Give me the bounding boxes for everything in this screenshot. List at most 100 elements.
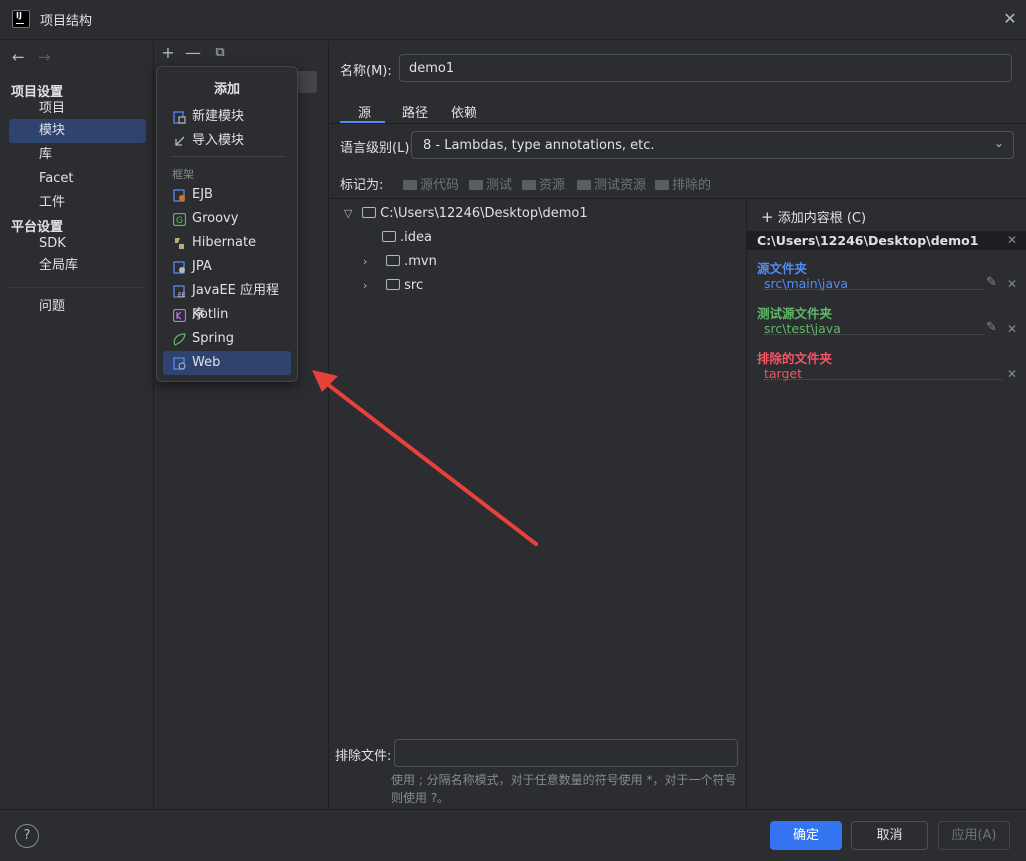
add-icon: +: [761, 208, 774, 226]
mark-test-resources-label: 测试资源: [594, 178, 647, 193]
nav-divider: [10, 287, 146, 288]
spring-icon: [173, 333, 186, 346]
apply-button[interactable]: 应用(A): [938, 821, 1010, 850]
nav-item-modules[interactable]: 模块: [9, 119, 146, 143]
svg-text:EE: EE: [178, 292, 186, 298]
help-icon[interactable]: ?: [15, 824, 39, 848]
dotted-leader: [764, 379, 1002, 380]
exclude-files-input[interactable]: [394, 739, 738, 767]
test-folders-title: 测试源文件夹: [757, 306, 833, 321]
tree-node-src[interactable]: › src: [363, 274, 423, 298]
folder-icon: [403, 180, 417, 190]
mark-excluded-label: 排除的: [672, 178, 712, 193]
add-content-root-button[interactable]: + 添加内容根 (C): [761, 207, 866, 226]
language-level-select[interactable]: 8 - Lambdas, type annotations, etc. ⌄: [411, 131, 1014, 159]
folder-icon: [386, 255, 401, 266]
add-icon[interactable]: +: [158, 43, 178, 62]
language-level-value: 8 - Lambdas, type annotations, etc.: [423, 138, 655, 153]
mark-as-label: 标记为:: [340, 178, 384, 193]
folder-icon: [386, 279, 401, 290]
module-list-row[interactable]: [295, 71, 317, 93]
menu-item-label: 导入模块: [192, 133, 245, 148]
menu-item-web[interactable]: Web: [163, 351, 291, 375]
close-icon[interactable]: ✕: [1000, 9, 1020, 29]
nav-item-facets[interactable]: Facet: [9, 167, 146, 191]
tab-paths[interactable]: 路径: [402, 102, 428, 121]
cancel-button[interactable]: 取消: [851, 821, 928, 850]
menu-item-label: Web: [192, 355, 221, 370]
pencil-icon[interactable]: ✎: [986, 275, 997, 290]
menu-item-new-module[interactable]: 新建模块: [163, 105, 291, 129]
language-level-label: 语言级别(L):: [340, 141, 414, 156]
exclude-files-label: 排除文件:: [335, 749, 392, 764]
menu-item-ejb[interactable]: EJB: [163, 183, 291, 207]
back-arrow-icon[interactable]: ←: [12, 48, 25, 66]
mark-tests-label: 测试: [486, 178, 513, 193]
menu-item-groovy[interactable]: G Groovy: [163, 207, 291, 231]
tree-node-label: .mvn: [404, 254, 437, 269]
folder-icon: [469, 180, 483, 190]
tab-sources[interactable]: 源: [358, 102, 371, 121]
tree-node-idea[interactable]: .idea: [382, 226, 432, 250]
jpa-icon: [173, 261, 185, 274]
source-folders-title: 源文件夹: [757, 261, 808, 276]
menu-item-spring[interactable]: Spring: [163, 327, 291, 351]
ok-button[interactable]: 确定: [770, 821, 842, 850]
menu-item-javaee[interactable]: EE JavaEE 应用程序: [163, 279, 291, 322]
mark-sources-button[interactable]: 源代码: [403, 174, 459, 193]
menu-item-import-module[interactable]: 导入模块: [163, 129, 291, 153]
mark-test-resources-button[interactable]: 测试资源: [577, 174, 646, 193]
chevron-down-icon: ▽: [344, 207, 353, 220]
tree-node-mvn[interactable]: › .mvn: [363, 250, 437, 274]
hibernate-icon: [175, 238, 184, 249]
menu-item-label: EJB: [192, 187, 213, 202]
forward-arrow-icon[interactable]: →: [38, 48, 51, 66]
mark-sources-label: 源代码: [420, 178, 460, 193]
folder-icon: [362, 207, 377, 218]
mark-tests-button[interactable]: 测试: [469, 174, 512, 193]
nav-item-project[interactable]: 项目: [9, 97, 146, 121]
close-icon[interactable]: ✕: [1007, 277, 1017, 291]
svg-text:G: G: [176, 216, 183, 226]
chevron-right-icon: ›: [363, 255, 368, 268]
add-popup-menu: 添加 新建模块 导入模块 框架 EJB G Groovy Hibernate J…: [156, 66, 298, 382]
tab-dependencies[interactable]: 依赖: [451, 102, 477, 121]
popup-title: 添加: [213, 82, 240, 97]
nav-item-artifacts[interactable]: 工件: [9, 191, 146, 215]
nav-item-global-libraries[interactable]: 全局库: [9, 254, 146, 278]
close-icon[interactable]: ✕: [1007, 322, 1017, 336]
nav-item-libraries[interactable]: 库: [9, 143, 146, 167]
menu-item-label: JPA: [192, 259, 212, 274]
menu-item-label: Hibernate: [192, 235, 257, 250]
nav-item-problems[interactable]: 问题: [9, 295, 146, 319]
mark-excluded-button[interactable]: 排除的: [655, 174, 711, 193]
menu-item-jpa[interactable]: JPA: [163, 255, 291, 279]
nav-item-sdk[interactable]: SDK: [9, 232, 146, 256]
chevron-down-icon: ⌄: [994, 136, 1005, 150]
remove-icon[interactable]: —: [183, 43, 203, 62]
web-icon: [173, 357, 186, 370]
tree-root-node[interactable]: ▽ C:\Users\12246\Desktop\demo1: [344, 202, 588, 226]
pencil-icon[interactable]: ✎: [986, 320, 997, 335]
intellij-logo-icon: IJ: [12, 10, 30, 28]
module-name-input[interactable]: [399, 54, 1012, 82]
close-icon[interactable]: ✕: [1007, 367, 1017, 381]
kotlin-icon: [173, 309, 186, 322]
popup-divider: [171, 156, 285, 157]
new-module-icon: [173, 111, 186, 124]
folder-icon: [655, 180, 669, 190]
copy-icon[interactable]: ⧉: [210, 45, 230, 60]
groovy-icon: G: [173, 213, 186, 226]
dotted-leader: [764, 289, 984, 290]
tabs-divider: [330, 123, 1026, 124]
menu-item-label: 新建模块: [192, 109, 245, 124]
menu-item-kotlin[interactable]: Kotlin: [163, 303, 291, 327]
tree-root-label: C:\Users\12246\Desktop\demo1: [380, 206, 588, 221]
menu-item-hibernate[interactable]: Hibernate: [163, 231, 291, 255]
import-module-icon: [175, 136, 185, 146]
mark-resources-button[interactable]: 资源: [522, 174, 565, 193]
remove-content-root-icon[interactable]: ✕: [1007, 233, 1017, 247]
add-content-root-label: 添加内容根 (C): [777, 211, 867, 226]
menu-item-label: Groovy: [192, 211, 239, 226]
folder-icon: [577, 180, 591, 190]
